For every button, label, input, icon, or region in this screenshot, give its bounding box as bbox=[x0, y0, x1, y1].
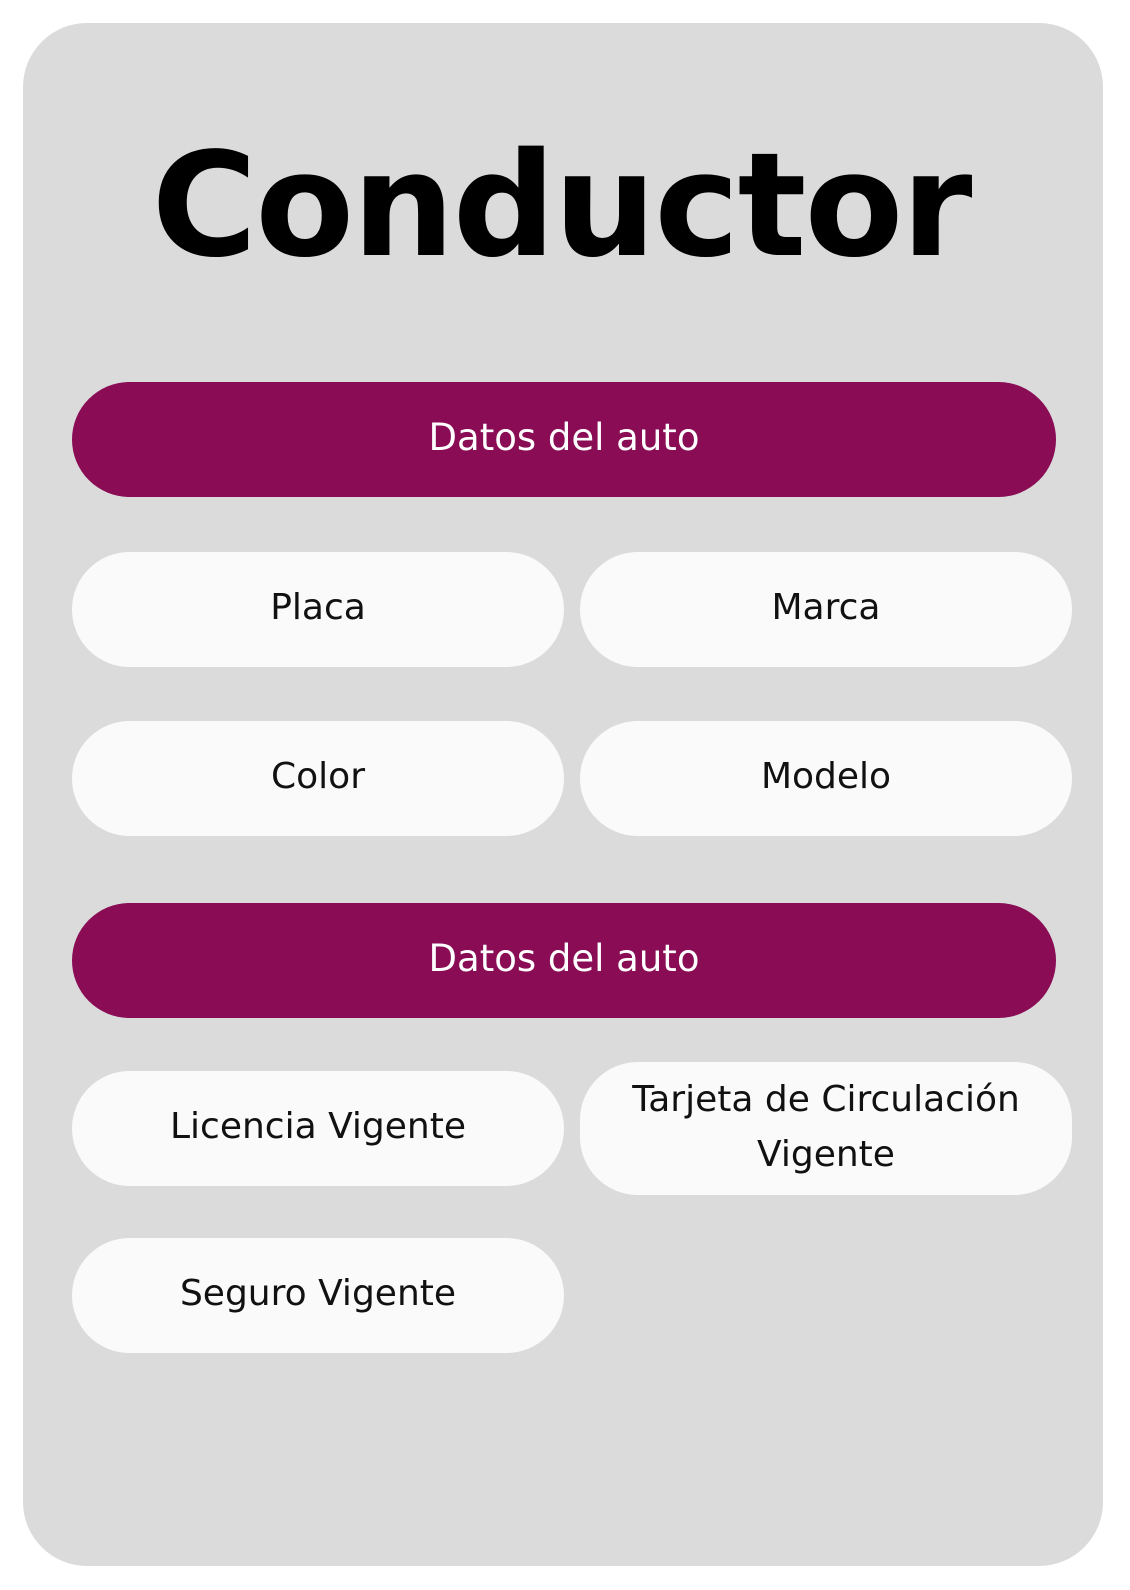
field-color[interactable]: Color bbox=[72, 721, 564, 836]
field-seguro-vigente[interactable]: Seguro Vigente bbox=[72, 1238, 564, 1353]
field-marca[interactable]: Marca bbox=[580, 552, 1072, 667]
field-placa[interactable]: Placa bbox=[72, 552, 564, 667]
page-title: Conductor bbox=[151, 121, 973, 289]
field-modelo[interactable]: Modelo bbox=[580, 721, 1072, 836]
section-header-documents[interactable]: Datos del auto bbox=[72, 903, 1056, 1018]
field-tarjeta-circulacion-vigente[interactable]: Tarjeta de Circulación Vigente bbox=[580, 1062, 1072, 1195]
field-licencia-vigente[interactable]: Licencia Vigente bbox=[72, 1071, 564, 1186]
section-header-car-data[interactable]: Datos del auto bbox=[72, 382, 1056, 497]
